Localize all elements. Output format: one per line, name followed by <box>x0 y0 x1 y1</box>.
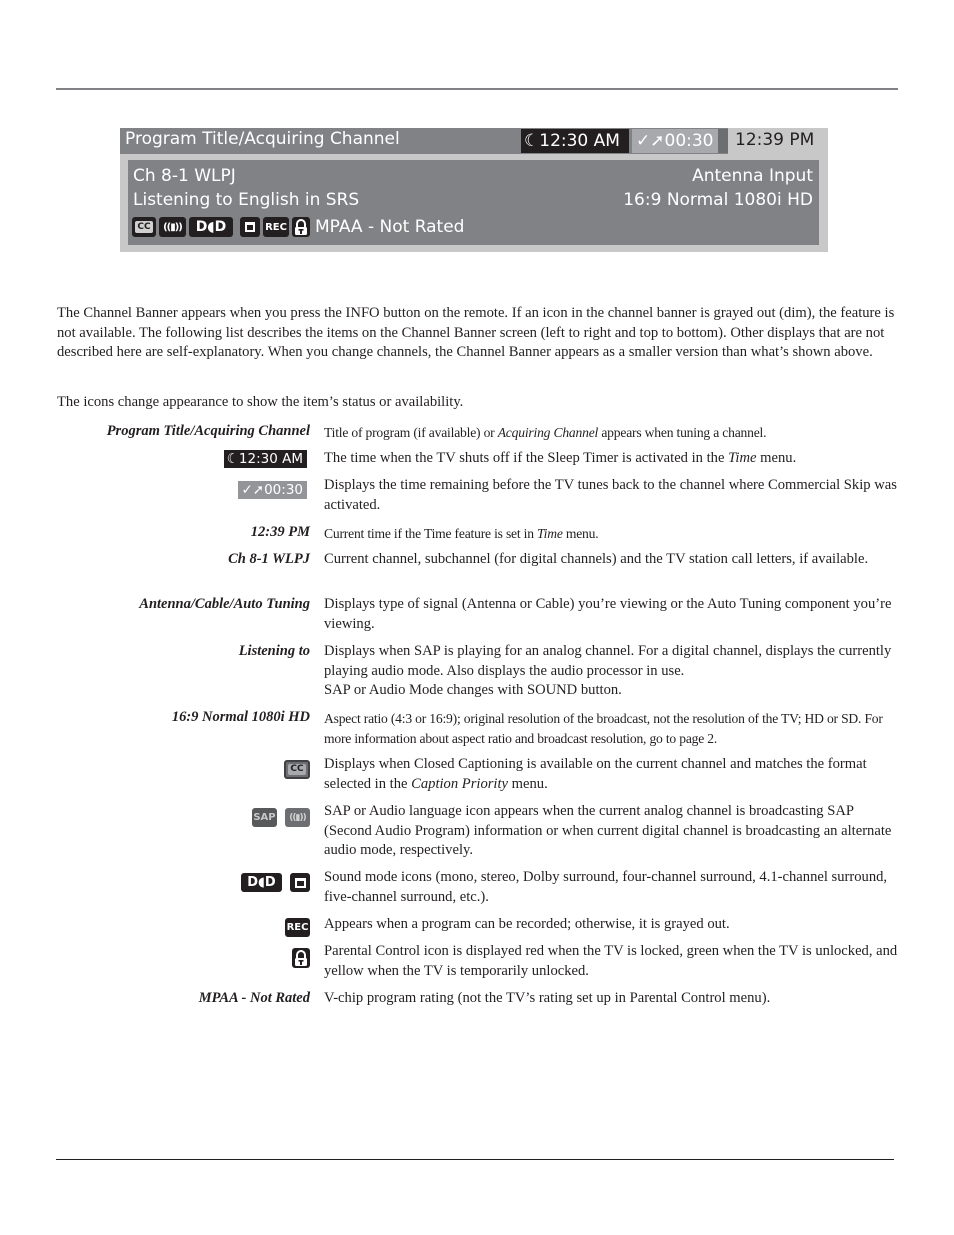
lock-icon-cell <box>292 948 310 968</box>
desc-current-time: Current time if the Time feature is set … <box>324 526 599 541</box>
desc-record: Appears when a program can be recorded; … <box>324 916 730 932</box>
commercial-skip-timer: ✓➚00:30 <box>632 129 718 153</box>
record-icon: REC <box>263 217 289 237</box>
banner-divider <box>718 129 728 153</box>
closed-caption-icon: CC <box>132 217 156 237</box>
desc-parental-lock: Parental Control icon is displayed red w… <box>324 943 898 979</box>
audio-language-icon: ((▮)) <box>285 808 310 827</box>
input-label: Antenna Input <box>692 166 813 186</box>
desc-sleep-timer: The time when the TV shuts off if the Sl… <box>324 450 797 466</box>
program-title: Program Title/Acquiring Channel <box>125 129 400 149</box>
record-icon: REC <box>285 918 310 937</box>
dolby-icon: D◖D <box>241 873 282 892</box>
desc-rating: V-chip program rating (not the TV’s rati… <box>324 990 771 1006</box>
listening-label: Listening to English in SRS <box>133 190 360 210</box>
sound-mode-icon <box>240 217 260 237</box>
skip-check-icon: ✓➚ <box>636 131 665 151</box>
term-format: 16:9 Normal 1080i HD <box>171 709 310 725</box>
term-antenna-cable: Antenna/Cable/Auto Tuning <box>139 596 310 612</box>
desc-channel: Current channel, subchannel (for digital… <box>324 551 869 567</box>
desc-sap: SAP or Audio language icon appears when … <box>324 803 892 859</box>
term-program-title: Program Title/Acquiring Channel <box>106 423 310 439</box>
icons-note: The icons change appearance to show the … <box>57 394 464 410</box>
cc-icon-cell: CC <box>284 760 310 779</box>
channel-banner: Program Title/Acquiring Channel ☾12:30 A… <box>120 128 828 252</box>
sleep-timer: ☾12:30 AM <box>521 129 629 153</box>
sap-icon: SAP <box>252 808 277 827</box>
lock-icon <box>292 948 310 968</box>
desc-sound-mode: Sound mode icons (mono, stereo, Dolby su… <box>324 869 888 905</box>
channel-label: Ch 8-1 WLPJ <box>133 166 236 186</box>
desc-program-title: Title of program (if available) or Acqui… <box>324 425 767 440</box>
rec-icon-cell: REC <box>285 918 310 937</box>
term-sleep-timer: ☾12:30 AM <box>223 450 307 468</box>
desc-format: Aspect ratio (4:3 or 16:9); original res… <box>324 711 883 746</box>
moon-icon: ☾ <box>524 131 540 151</box>
footer-rule <box>56 1159 894 1160</box>
format-label: 16:9 Normal 1080i HD <box>623 190 813 210</box>
sound-mode-icon-cell: D◖D <box>241 873 310 892</box>
term-rating: MPAA - Not Rated <box>198 990 310 1006</box>
term-listening-to: Listening to <box>238 643 310 659</box>
term-commercial-skip: ✓➚00:30 <box>238 481 307 499</box>
desc-closed-caption: Displays when Closed Captioning is avail… <box>324 756 867 792</box>
sap-icon-cell: SAP ((▮)) <box>252 808 310 827</box>
sound-mode-icon <box>290 873 310 892</box>
header-rule <box>56 88 898 90</box>
desc-commercial-skip: Displays the time remaining before the T… <box>324 477 897 513</box>
intro-paragraph: The Channel Banner appears when you pres… <box>57 305 895 361</box>
banner-top-bar: Program Title/Acquiring Channel ☾12:30 A… <box>120 128 828 154</box>
current-time: 12:39 PM <box>728 128 828 154</box>
banner-icon-row: CC ((▮)) D◖D REC MPAA - Not Rated <box>132 217 464 237</box>
desc-antenna-cable: Displays type of signal (Antenna or Cabl… <box>324 596 892 632</box>
lock-icon <box>292 217 310 237</box>
banner-info-panel: Ch 8-1 WLPJ Listening to English in SRS … <box>128 160 819 245</box>
closed-caption-icon: CC <box>284 760 310 779</box>
term-channel: Ch 8-1 WLPJ <box>228 551 310 567</box>
term-current-time: 12:39 PM <box>250 524 310 540</box>
dolby-icon: D◖D <box>189 217 233 237</box>
audio-language-icon: ((▮)) <box>159 217 186 237</box>
rating-label: MPAA - Not Rated <box>315 217 465 237</box>
desc-listening-to: Displays when SAP is playing for an anal… <box>324 643 892 699</box>
moon-icon: ☾ <box>226 451 239 467</box>
skip-check-icon: ✓➚ <box>241 482 265 498</box>
